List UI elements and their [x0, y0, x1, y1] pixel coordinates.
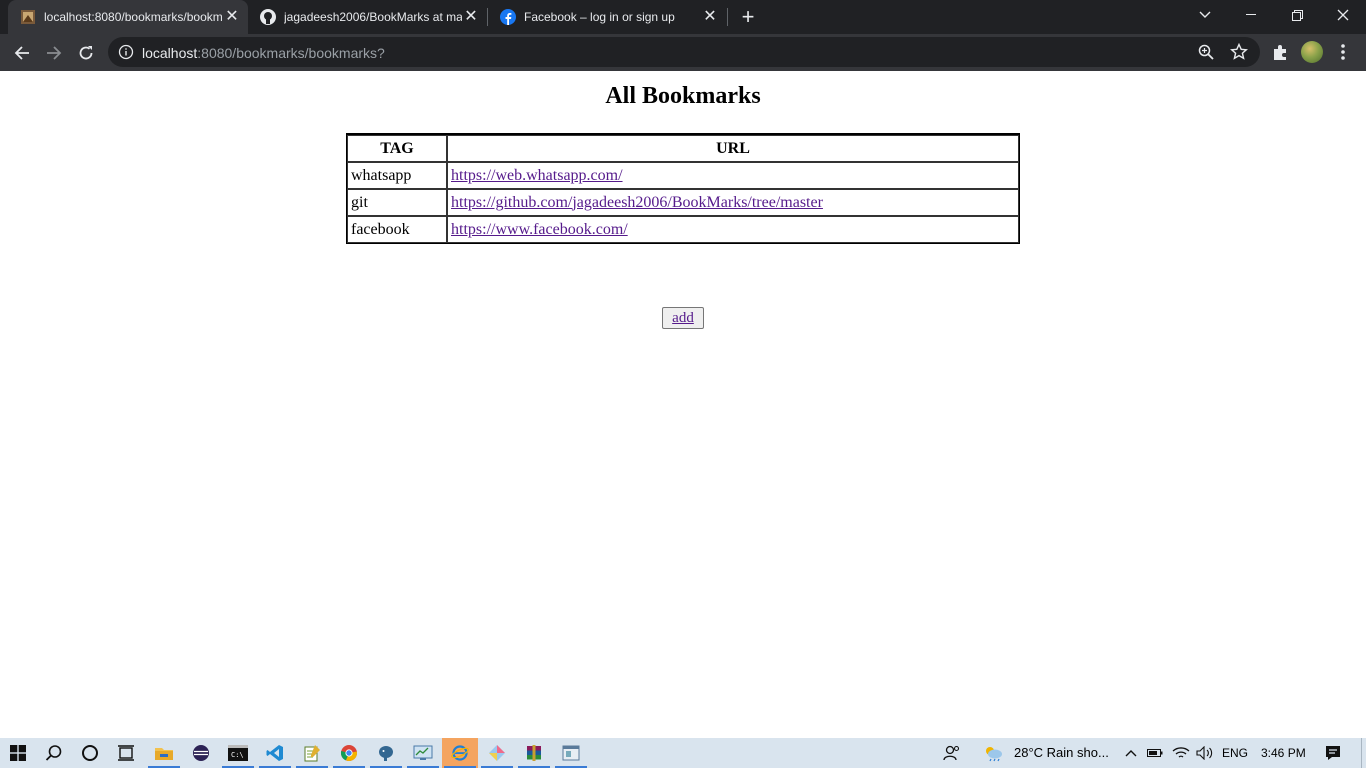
browser-toolbar: localhost:8080/bookmarks/bookmarks? — [0, 34, 1366, 71]
page-content: All Bookmarks TAG URL whatsapp https://w… — [0, 71, 1366, 738]
tab-title: localhost:8080/bookmarks/bookm — [44, 10, 222, 24]
url-cell: https://github.com/jagadeesh2006/BookMar… — [447, 189, 1019, 216]
address-url[interactable]: localhost:8080/bookmarks/bookmarks? — [142, 45, 385, 61]
clock[interactable]: 3:46 PM — [1261, 738, 1306, 768]
site-info-icon[interactable] — [118, 44, 134, 60]
close-tab-icon[interactable]: ✕ — [461, 7, 481, 27]
table-row: git https://github.com/jagadeesh2006/Boo… — [347, 189, 1019, 216]
task-view-icon[interactable] — [108, 738, 144, 768]
extensions-icon[interactable] — [1271, 43, 1289, 61]
tag-cell: facebook — [347, 216, 447, 243]
close-window-icon[interactable] — [1320, 0, 1366, 30]
weather-icon[interactable] — [982, 744, 1004, 762]
bookmark-site-icon — [21, 10, 35, 24]
add-button[interactable]: add — [662, 307, 704, 329]
wifi-icon[interactable] — [1172, 746, 1190, 760]
table-header-row: TAG URL — [347, 135, 1019, 162]
notifications-icon[interactable] — [1325, 745, 1341, 761]
column-header-tag: TAG — [347, 135, 447, 162]
restore-icon[interactable] — [1274, 0, 1320, 30]
cortana-icon[interactable] — [72, 738, 108, 768]
weather-text[interactable]: 28°C Rain sho... — [1014, 738, 1109, 768]
address-host: localhost — [142, 45, 198, 61]
svg-text:C:\: C:\ — [231, 751, 244, 759]
forward-icon[interactable] — [40, 39, 68, 67]
language-indicator[interactable]: ENG — [1222, 738, 1248, 768]
back-icon[interactable] — [8, 39, 36, 67]
reload-icon[interactable] — [72, 39, 100, 67]
window-app-icon[interactable] — [553, 738, 589, 768]
add-link[interactable]: add — [672, 310, 694, 326]
tab-github[interactable]: jagadeesh2006/BookMarks at ma ✕ — [248, 0, 488, 34]
postgresql-icon[interactable] — [368, 738, 404, 768]
tab-title: Facebook – log in or sign up — [524, 10, 675, 24]
close-tab-icon[interactable]: ✕ — [222, 7, 242, 27]
tab-facebook[interactable]: Facebook – log in or sign up ✕ — [488, 0, 728, 34]
command-prompt-icon[interactable]: C:\ — [220, 738, 256, 768]
zoom-icon[interactable] — [1198, 44, 1214, 60]
table-row: facebook https://www.facebook.com/ — [347, 216, 1019, 243]
profile-avatar[interactable] — [1301, 41, 1323, 63]
page-title: All Bookmarks — [605, 83, 761, 109]
url-cell: https://www.facebook.com/ — [447, 216, 1019, 243]
url-cell: https://web.whatsapp.com/ — [447, 162, 1019, 189]
tab-strip: localhost:8080/bookmarks/bookm ✕ jagadee… — [0, 0, 1366, 34]
app-diamond-icon[interactable] — [479, 738, 515, 768]
address-path: :8080/bookmarks/bookmarks? — [197, 45, 385, 61]
internet-explorer-icon[interactable] — [442, 738, 478, 768]
tag-cell: whatsapp — [347, 162, 447, 189]
vscode-icon[interactable] — [257, 738, 293, 768]
minimize-icon[interactable] — [1228, 0, 1274, 30]
tab-search-icon[interactable] — [1182, 0, 1228, 30]
bookmark-link[interactable]: https://www.facebook.com/ — [451, 221, 628, 238]
winrar-icon[interactable] — [516, 738, 552, 768]
tab-bookmarks[interactable]: localhost:8080/bookmarks/bookm ✕ — [8, 0, 248, 34]
chrome-icon[interactable] — [331, 738, 367, 768]
bookmark-link[interactable]: https://web.whatsapp.com/ — [451, 167, 623, 184]
new-tab-icon[interactable]: + — [736, 5, 760, 29]
battery-icon[interactable] — [1147, 747, 1163, 759]
search-icon[interactable] — [36, 738, 72, 768]
bookmark-star-icon[interactable] — [1230, 43, 1248, 61]
eclipse-icon[interactable] — [183, 738, 219, 768]
people-icon[interactable] — [934, 738, 970, 768]
bookmarks-table: TAG URL whatsapp https://web.whatsapp.co… — [346, 133, 1020, 244]
close-tab-icon[interactable]: ✕ — [700, 7, 720, 27]
file-explorer-icon[interactable] — [146, 738, 182, 768]
table-row: whatsapp https://web.whatsapp.com/ — [347, 162, 1019, 189]
column-header-url: URL — [447, 135, 1019, 162]
github-icon — [260, 9, 276, 25]
taskbar: C:\ 28°C Rain sho... ENG 3:46 PM — [0, 738, 1366, 768]
chevron-up-icon[interactable] — [1125, 748, 1137, 758]
tab-separator — [727, 8, 728, 26]
facebook-icon — [500, 9, 516, 25]
menu-kebab-icon[interactable] — [1336, 42, 1350, 62]
tab-title: jagadeesh2006/BookMarks at ma — [284, 10, 462, 24]
tag-cell: git — [347, 189, 447, 216]
system-monitor-icon[interactable] — [405, 738, 441, 768]
volume-icon[interactable] — [1196, 746, 1214, 760]
show-desktop-strip[interactable] — [1361, 738, 1366, 768]
notepad-icon[interactable] — [294, 738, 330, 768]
windows-start-icon[interactable] — [0, 738, 36, 768]
bookmark-link[interactable]: https://github.com/jagadeesh2006/BookMar… — [451, 194, 823, 211]
address-bar[interactable]: localhost:8080/bookmarks/bookmarks? — [108, 37, 1260, 67]
